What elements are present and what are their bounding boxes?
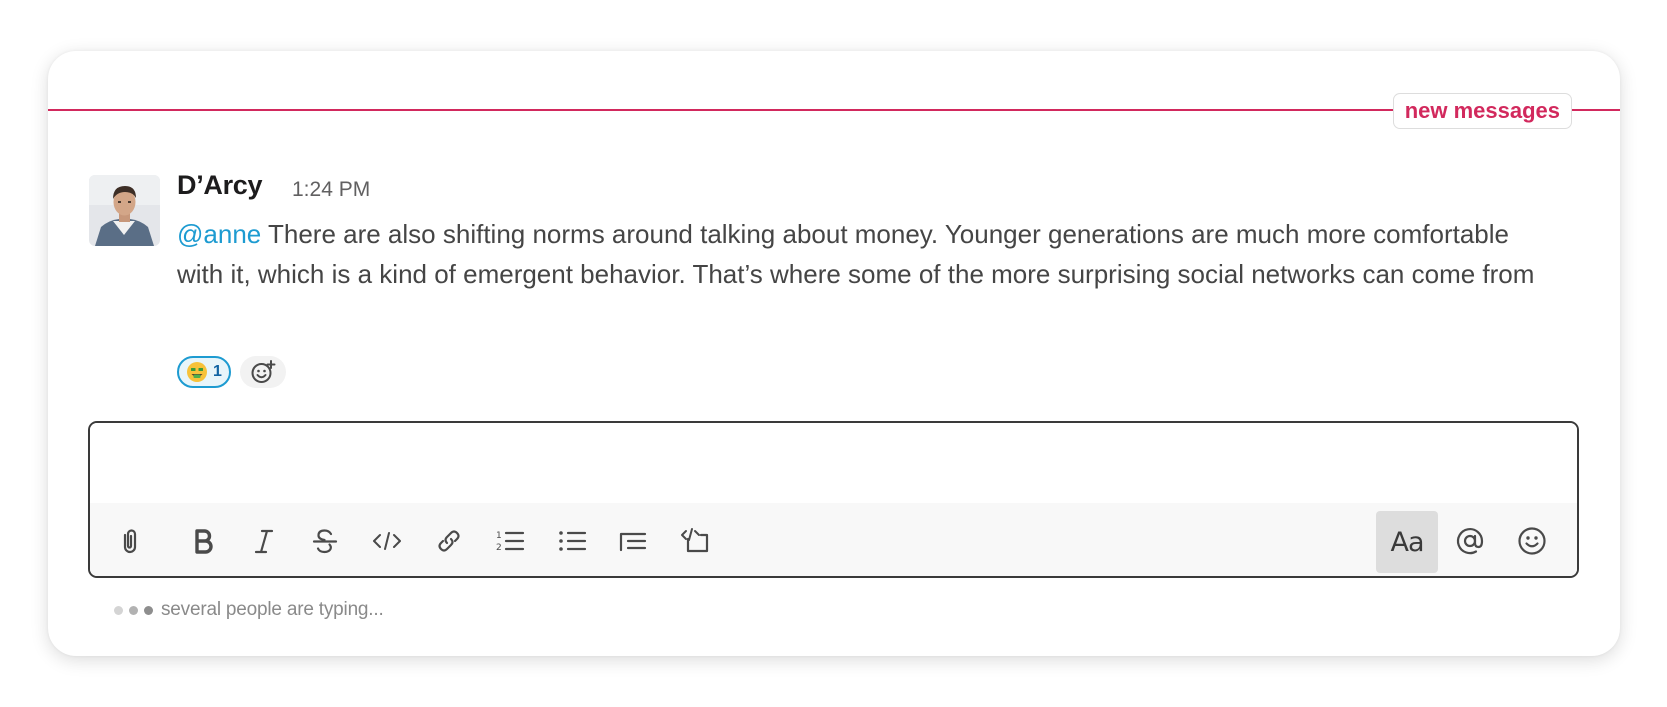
avatar-image: [89, 175, 160, 246]
code-button[interactable]: [359, 513, 415, 569]
italic-icon: [254, 529, 274, 554]
add-reaction-button[interactable]: [240, 356, 286, 388]
formatting-toggle-button[interactable]: Aa: [1376, 511, 1438, 573]
strikethrough-icon: [312, 529, 338, 554]
attach-icon: [123, 529, 137, 554]
message-text: There are also shifting norms around tal…: [177, 219, 1535, 289]
message-timestamp[interactable]: 1:24 PM: [292, 178, 370, 202]
ordered-list-icon: 1 2: [496, 531, 525, 553]
message-composer: 1 2 Aa: [88, 421, 1579, 578]
emoji-icon: [1518, 527, 1546, 555]
link-icon: [438, 530, 460, 552]
mention-button[interactable]: [1442, 513, 1498, 569]
blockquote-icon: [619, 532, 647, 552]
reaction-count: 1: [213, 363, 222, 380]
reaction-money-mouth[interactable]: 1: [177, 356, 231, 388]
money-mouth-face-icon: [187, 362, 208, 382]
formatting-toggle-label: Aa: [1390, 526, 1424, 558]
typing-dot: [114, 605, 123, 615]
message-panel: new messages D’Arcy 1:24 PM @anne There …: [48, 51, 1620, 656]
at-icon: [1456, 528, 1484, 555]
add-reaction-icon: [251, 360, 276, 383]
bulleted-list-button[interactable]: [544, 513, 600, 569]
blockquote-button[interactable]: [605, 513, 661, 569]
code-icon: [373, 532, 401, 550]
message-input[interactable]: [90, 423, 1577, 503]
typing-dot: [144, 605, 153, 615]
message-author[interactable]: D’Arcy: [177, 170, 263, 201]
code-block-icon: [681, 528, 709, 553]
new-messages-badge[interactable]: new messages: [1392, 93, 1572, 129]
bulleted-list-icon: [559, 531, 587, 551]
strikethrough-button[interactable]: [297, 513, 353, 569]
formatting-toolbar: 1 2 Aa: [90, 503, 1577, 576]
ordered-list-button[interactable]: 1 2: [482, 513, 538, 569]
attach-button[interactable]: [102, 513, 158, 569]
bold-icon: [195, 529, 213, 554]
italic-button[interactable]: [236, 513, 292, 569]
svg-text:1: 1: [496, 531, 502, 541]
message-body: @anne There are also shifting norms arou…: [177, 214, 1547, 294]
link-button[interactable]: [421, 513, 477, 569]
emoji-button[interactable]: [1504, 513, 1560, 569]
svg-text:2: 2: [496, 543, 502, 553]
new-messages-divider: [48, 109, 1620, 111]
avatar[interactable]: [89, 175, 160, 246]
typing-dot: [129, 605, 138, 615]
bold-button[interactable]: [175, 513, 231, 569]
typing-text: several people are typing...: [161, 599, 384, 620]
code-block-button[interactable]: [667, 513, 723, 569]
user-mention[interactable]: @anne: [177, 219, 261, 249]
typing-indicator: several people are typing...: [114, 599, 384, 621]
